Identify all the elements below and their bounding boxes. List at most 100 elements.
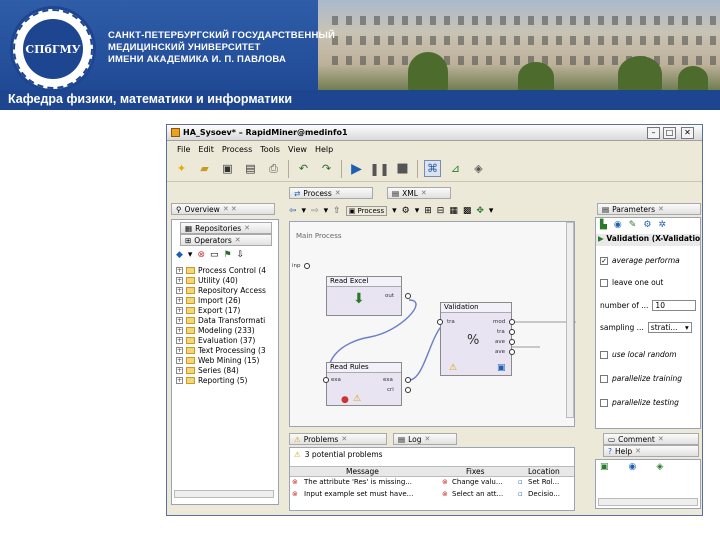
list-item[interactable]: + Process Control (4 (176, 266, 266, 275)
tab-problems[interactable]: ⚠ Problems ✕ (289, 433, 387, 445)
new-icon[interactable]: ✦ (173, 160, 190, 177)
checkbox[interactable] (600, 278, 608, 287)
operator-info-icon[interactable]: ▙ (600, 220, 607, 230)
number-of-validations-field[interactable]: 10 (652, 300, 697, 311)
clear-filter-icon[interactable]: ⊗ (197, 250, 205, 260)
menu-process[interactable]: Process (222, 145, 252, 154)
list-item[interactable]: + Series (84) (176, 366, 239, 375)
horizontal-scrollbar[interactable] (598, 498, 698, 506)
maximize-button[interactable]: □ (663, 127, 676, 139)
checkbox[interactable] (600, 350, 608, 359)
tab-close-icon[interactable]: ✕ (341, 435, 347, 443)
tab-close-icon[interactable]: ✕ (335, 189, 341, 197)
menu-edit[interactable]: Edit (198, 145, 214, 154)
operator-validation[interactable]: Validation tra mod tra ave ave % ⚠ ▣ (437, 302, 515, 376)
tab-close-icon[interactable]: ✕ (244, 224, 250, 232)
list-item[interactable]: + Evaluation (37) (176, 336, 255, 345)
process-canvas[interactable]: Main Process inp Read Excel ⬇ out Read R… (289, 221, 576, 427)
tab-overview[interactable]: ⚲ Overview ✕ ✕ (171, 203, 275, 215)
redo-icon[interactable]: ↷ (318, 160, 335, 177)
tab-comment[interactable]: ▭ Comment ✕ (603, 433, 699, 445)
tab-xml[interactable]: ▤ XML ✕ (387, 187, 451, 199)
expand-icon[interactable]: + (176, 317, 183, 324)
input-port[interactable] (437, 319, 443, 325)
problem-fix[interactable]: Select an att... (452, 490, 503, 498)
dropdown-icon[interactable]: ▾ (392, 206, 397, 216)
expand-icon[interactable]: + (176, 367, 183, 374)
expand-icon[interactable]: + (176, 327, 183, 334)
expand-icon[interactable]: + (176, 267, 183, 274)
web-icon[interactable]: ◈ (656, 462, 663, 472)
back-icon[interactable]: ◉ (629, 462, 637, 472)
param-parallelize-training[interactable]: parallelize training (600, 374, 682, 383)
param-parallelize-testing[interactable]: parallelize testing (600, 398, 679, 407)
expand-icon[interactable]: + (176, 347, 183, 354)
new-building-block-icon[interactable]: ◆ (176, 250, 183, 260)
list-item[interactable]: + Export (17) (176, 306, 240, 315)
expand-icon[interactable]: + (176, 287, 183, 294)
output-port[interactable] (509, 339, 515, 345)
output-port[interactable] (509, 329, 515, 335)
wire-icon[interactable]: ⚙ (402, 206, 410, 216)
operator-read-rules[interactable]: Read Rules exa exa cri ● ⚠ (323, 362, 411, 406)
zoom-icon[interactable]: ▩ (463, 206, 472, 216)
save-as-icon[interactable]: ▤ (242, 160, 259, 177)
list-item[interactable]: + Data Transformati (176, 316, 265, 325)
tab-close-icon[interactable]: ✕ (658, 435, 664, 443)
param-average-performance[interactable]: ✓ average performa (600, 256, 680, 265)
dropdown-icon[interactable]: ▾ (188, 250, 193, 260)
column-message[interactable]: Message (346, 467, 379, 476)
dropdown-icon[interactable]: ▾ (324, 206, 329, 216)
up-icon[interactable]: ⇧ (333, 206, 341, 216)
expand-icon[interactable]: + (176, 337, 183, 344)
dropdown-icon[interactable]: ▾ (489, 206, 494, 216)
search-field-icon[interactable]: ▭ (210, 250, 219, 260)
checkbox[interactable] (600, 398, 608, 407)
menu-tools[interactable]: Tools (260, 145, 280, 154)
dropdown-icon[interactable]: ▾ (415, 206, 420, 216)
list-item[interactable]: + Utility (40) (176, 276, 238, 285)
column-location[interactable]: Location (528, 467, 560, 476)
output-port[interactable] (405, 377, 411, 383)
expand-icon[interactable]: + (176, 277, 183, 284)
close-button[interactable]: ✕ (681, 127, 694, 139)
perspective-welcome-icon[interactable]: ◈ (470, 160, 487, 177)
tab-repositories[interactable]: ▦ Repositories ✕ (180, 222, 272, 234)
enable-icon[interactable]: ◉ (614, 220, 622, 230)
output-port[interactable] (405, 293, 411, 299)
back-icon[interactable]: ⇦ (289, 206, 297, 216)
tab-close-icon[interactable]: ✕ (425, 435, 431, 443)
table-row[interactable]: ⊗ Input example set must have... ⊗ Selec… (290, 490, 574, 501)
expand-icon[interactable]: + (176, 297, 183, 304)
list-item[interactable]: + Import (26) (176, 296, 241, 305)
table-row[interactable]: ⊗ The attribute 'Res' is missing... ⊗ Ch… (290, 478, 574, 489)
param-use-local-random-seed[interactable]: use local random (600, 350, 677, 359)
param-leave-one-out[interactable]: leave one out (600, 278, 663, 287)
save-icon[interactable]: ▣ (219, 160, 236, 177)
list-item[interactable]: + Reporting (5) (176, 376, 247, 385)
forward-icon[interactable]: ⇨ (311, 206, 319, 216)
output-port[interactable] (509, 349, 515, 355)
arrange-icon[interactable]: ⊟ (437, 206, 445, 216)
expand-icon[interactable]: + (176, 377, 183, 384)
column-fixes[interactable]: Fixes (466, 467, 485, 476)
dropdown-icon[interactable]: ▾ (302, 206, 307, 216)
run-icon[interactable]: ▶ (348, 160, 365, 177)
tab-parameters[interactable]: ▤ Parameters ✕ (597, 203, 701, 215)
sort-icon[interactable]: ⇩ (237, 250, 245, 260)
subprocess-icon[interactable]: ▣ (497, 363, 506, 373)
stop-icon[interactable]: ■ (394, 160, 411, 177)
tab-close-icon[interactable]: ✕ (635, 447, 641, 455)
print-icon[interactable]: ⎙ (265, 160, 282, 177)
tab-help[interactable]: ? Help ✕ (603, 445, 699, 457)
sampling-type-select[interactable]: strati... ▾ (647, 322, 692, 333)
delete-icon[interactable]: ✲ (658, 220, 666, 230)
home-icon[interactable]: ▣ (600, 462, 609, 472)
list-item[interactable]: + Web Mining (15) (176, 356, 259, 365)
tab-close-icon[interactable]: ✕ (658, 205, 664, 213)
tab-close-icon[interactable]: ✕ (421, 189, 427, 197)
operator-read-excel[interactable]: Read Excel ⬇ out (326, 276, 411, 316)
list-item[interactable]: + Text Processing (3 (176, 346, 266, 355)
problem-fix[interactable]: Change valu... (452, 478, 503, 486)
breadcrumb[interactable]: Process (358, 207, 385, 215)
